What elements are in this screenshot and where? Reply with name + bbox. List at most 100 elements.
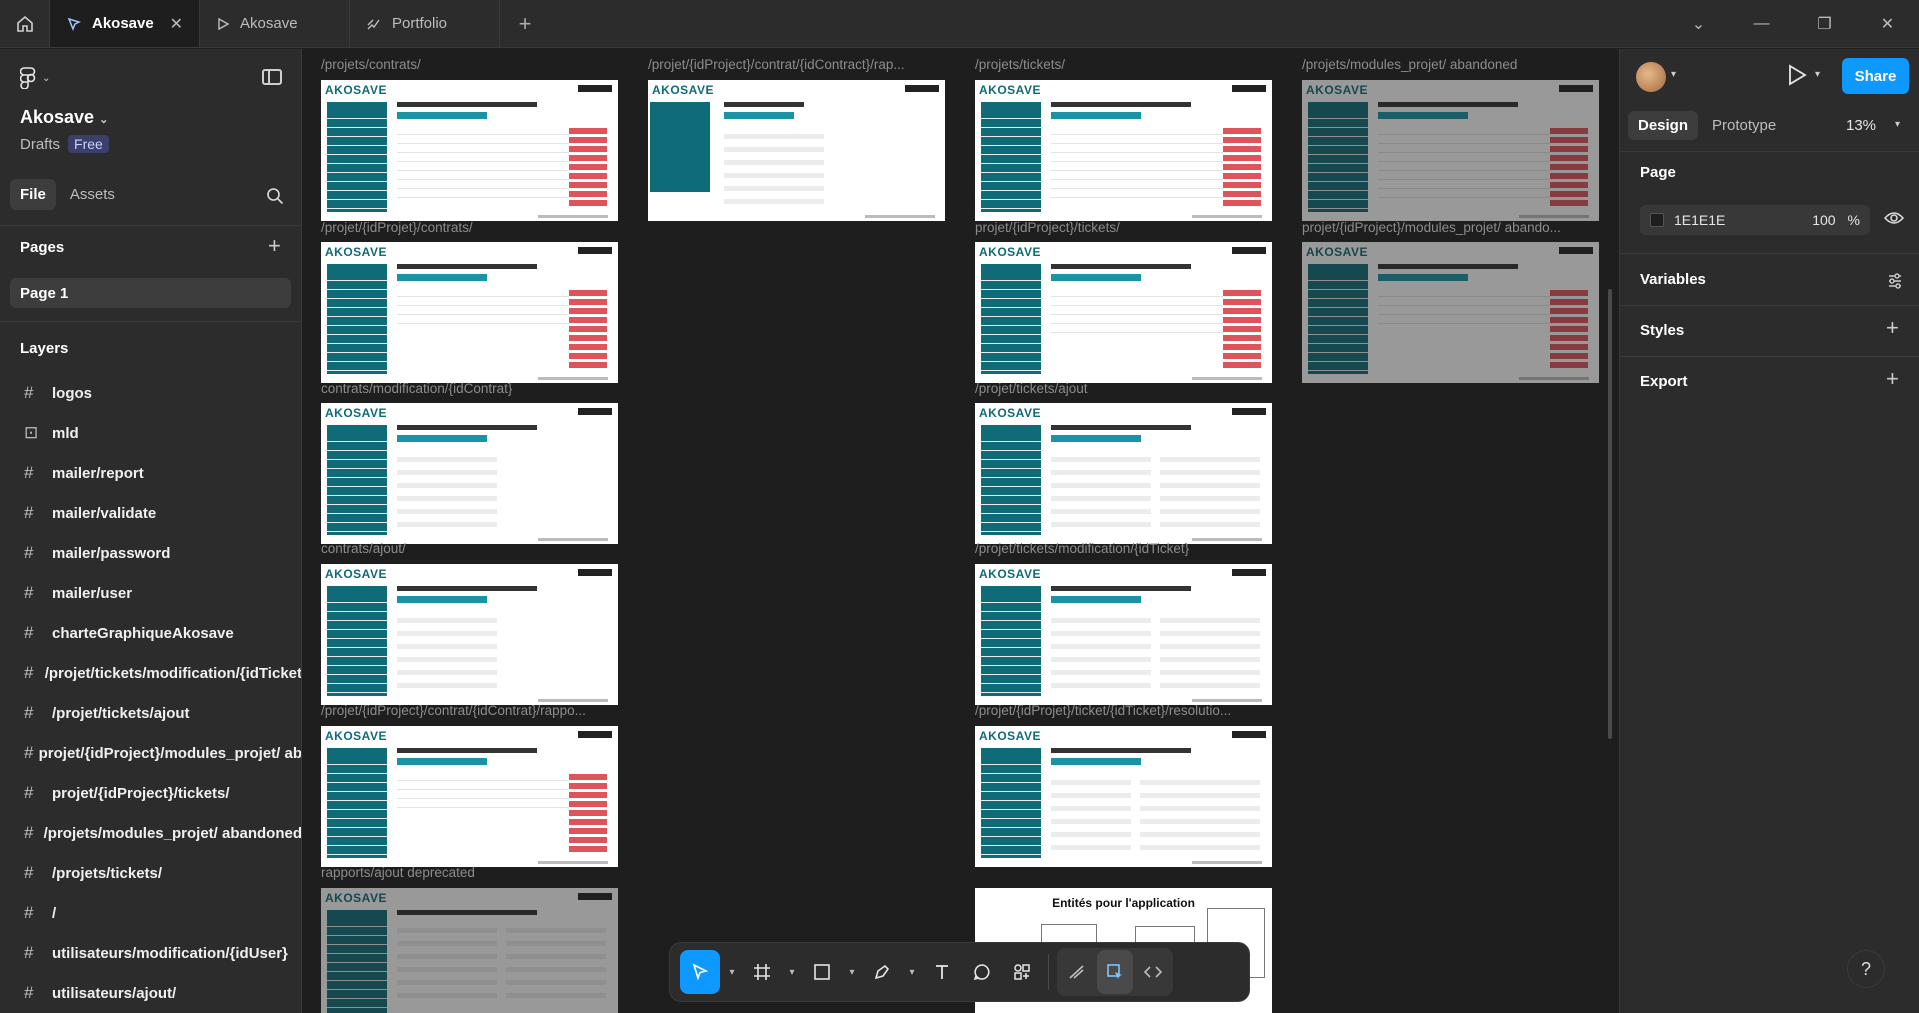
frame-label[interactable]: /projet/{idProject}/contrat/{idContrat}/… [321,703,586,718]
draw-mode-button[interactable] [1059,950,1095,994]
bg-color-hex[interactable]: 1E1E1E [1674,212,1725,228]
actions-button[interactable] [1004,950,1040,994]
frame-label[interactable]: /projets/tickets/ [975,57,1065,72]
frame-ticket-resolution[interactable]: AKOSAVE [975,726,1272,867]
frame-label[interactable]: contrats/modification/{idContrat} [321,381,512,396]
layer-item[interactable]: # mailer/validate [0,493,301,533]
project-name[interactable]: Akosave ⌄ [20,107,108,128]
tab-portfolio[interactable]: Portfolio [350,0,500,47]
layer-item[interactable]: ⊡ mld [0,413,301,453]
layer-item[interactable]: # projet/{idProject}/tickets/ [0,773,301,813]
present-play-icon[interactable] [1787,64,1807,86]
chevron-down-icon[interactable]: ▾ [844,950,860,994]
home-button[interactable] [0,0,50,47]
frame-projet-tickets[interactable]: AKOSAVE [975,242,1272,383]
chevron-down-icon[interactable]: ▾ [904,950,920,994]
layer-item[interactable]: # /projet/tickets/ajout [0,693,301,733]
canvas[interactable]: /projets/contrats/ /projet/{idProject}/c… [303,49,1619,1013]
text-tool-button[interactable] [924,950,960,994]
move-tool-button[interactable] [680,950,720,994]
frame-tickets-modification[interactable]: AKOSAVE [975,564,1272,705]
frame-contrats-ajout[interactable]: AKOSAVE [321,564,618,705]
dev-mode-button[interactable] [1135,950,1171,994]
add-style-button[interactable]: + [1886,315,1899,341]
page-item-page-1[interactable]: Page 1 [10,278,291,308]
layer-item[interactable]: # mailer/password [0,533,301,573]
tab-design[interactable]: Design [1628,111,1699,140]
frame-projet-contrats[interactable]: AKOSAVE [321,242,618,383]
frame-label[interactable]: /projet/tickets/modification/{idTicket} [975,541,1189,556]
layer-item[interactable]: # mailer/user [0,573,301,613]
frame-projets-contrats[interactable]: AKOSAVE [321,80,618,221]
frame-label[interactable]: /projet/tickets/ajout [975,381,1088,396]
layer-item[interactable]: # / [0,893,301,933]
frame-rapports-ajout-deprecated[interactable]: AKOSAVE [321,888,618,1013]
frame-label[interactable]: /projet/{idProjet}/ticket/{idTicket}/res… [975,703,1231,718]
comment-tool-button[interactable] [964,950,1000,994]
chevron-down-icon[interactable]: ▾ [784,950,800,994]
search-icon[interactable] [266,187,284,205]
frame-label[interactable]: /projet/{idProjet}/contrats/ [321,220,473,235]
frame-tool-button[interactable] [744,950,780,994]
frame-label[interactable]: projet/{idProject}/tickets/ [975,220,1120,235]
tab-akosave-prototype[interactable]: Akosave [200,0,350,47]
chevron-down-icon[interactable]: ▾ [1671,69,1676,80]
vertical-scrollbar[interactable] [1608,289,1612,739]
shape-tool-button[interactable] [804,950,840,994]
close-window-button[interactable]: ✕ [1856,0,1919,47]
layer-item[interactable]: # /projets/tickets/ [0,853,301,893]
frame-label[interactable]: contrats/ajout/ [321,541,406,556]
frame-label[interactable]: projet/{idProject}/modules_projet/ aband… [1302,220,1561,235]
add-page-button[interactable]: + [268,233,281,259]
design-mode-button[interactable] [1097,950,1133,994]
layer-item[interactable]: # logos [0,373,301,413]
chevron-down-icon[interactable]: ▾ [1815,69,1820,80]
frame-logo: AKOSAVE [1306,83,1368,97]
chevron-down-icon[interactable]: ⌄ [1667,0,1730,47]
eye-icon[interactable] [1884,210,1904,226]
chevron-down-icon[interactable]: ▾ [724,950,740,994]
frame-projet-modules-abandoned[interactable]: AKOSAVE [1302,242,1599,383]
page-background-field[interactable]: 1E1E1E 100 % [1640,205,1870,235]
share-button[interactable]: Share [1842,58,1909,94]
opacity-field[interactable]: 100 % [1812,212,1870,228]
frame-contrat-rapports[interactable]: AKOSAVE [321,726,618,867]
frame-projets-tickets[interactable]: AKOSAVE [975,80,1272,221]
add-export-button[interactable]: + [1886,366,1899,392]
frame-label[interactable]: /projets/contrats/ [321,57,421,72]
layer-item[interactable]: # utilisateurs/modification/{idUser} [0,933,301,973]
frame-label[interactable]: rapports/ajout deprecated [321,865,475,880]
layer-item[interactable]: # utilisateurs/ajout/ [0,973,301,1013]
tab-prototype[interactable]: Prototype [1702,111,1786,140]
frame-tickets-ajout[interactable]: AKOSAVE [975,403,1272,544]
opacity-value[interactable]: 100 [1812,212,1835,228]
zoom-level[interactable]: 13% [1846,117,1876,134]
plan-badge[interactable]: Free [68,135,109,153]
frame-label[interactable]: /projets/modules_projet/ abandoned [1302,57,1517,72]
minimize-button[interactable]: — [1730,0,1793,47]
frame-label[interactable]: /projet/{idProject}/contrat/{idContract}… [648,57,905,72]
tab-akosave-active[interactable]: Akosave ✕ [50,0,200,47]
variables-settings-icon[interactable] [1886,272,1904,290]
tab-file[interactable]: File [10,179,56,210]
chevron-down-icon[interactable]: ▾ [1895,119,1900,130]
layer-item[interactable]: # /projets/modules_projet/ abandoned [0,813,301,853]
restore-button[interactable]: ❐ [1793,0,1856,47]
tab-assets[interactable]: Assets [60,179,125,210]
close-tab-icon[interactable]: ✕ [170,14,183,34]
frame-rapport[interactable]: AKOSAVE [648,80,945,221]
layer-item[interactable]: # mailer/report [0,453,301,493]
main-menu-button[interactable]: ⌄ [20,67,50,89]
layer-item[interactable]: # /projet/tickets/modification/{idTicket [0,653,301,693]
layer-label: projet/{idProject}/tickets/ [52,784,230,802]
pen-tool-button[interactable] [864,950,900,994]
new-tab-button[interactable]: + [500,0,550,47]
color-swatch[interactable] [1650,213,1664,227]
help-button[interactable]: ? [1847,950,1885,988]
layer-item[interactable]: # charteGraphiqueAkosave [0,613,301,653]
toggle-sidebar-icon[interactable] [262,69,282,85]
avatar[interactable] [1636,62,1666,92]
layer-item[interactable]: # projet/{idProject}/modules_projet/ ab [0,733,301,773]
frame-modules-projet-abandoned[interactable]: AKOSAVE [1302,80,1599,221]
frame-contrats-modification[interactable]: AKOSAVE [321,403,618,544]
